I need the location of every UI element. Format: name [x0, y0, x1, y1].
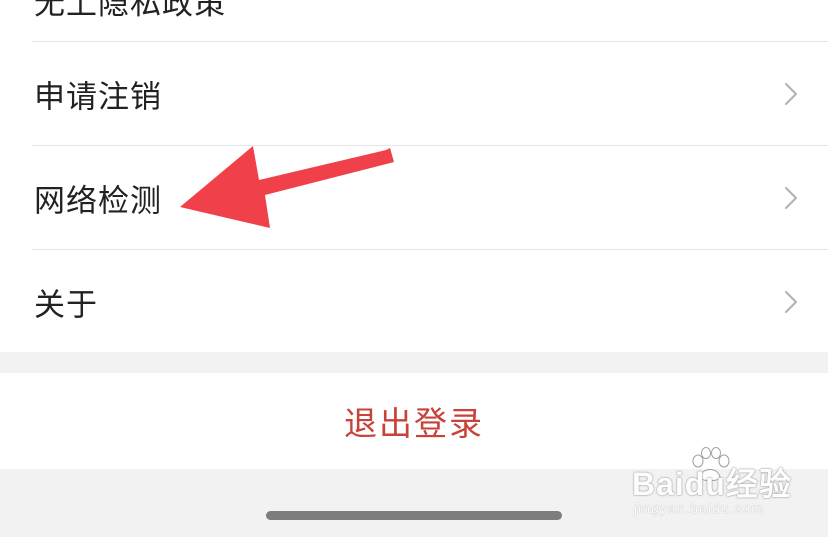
settings-item-network-check[interactable]: 网络检测	[32, 145, 828, 249]
partial-item-label: 无上隐私政策	[34, 0, 226, 22]
settings-item-label: 申请注销	[34, 79, 162, 115]
chevron-right-icon	[784, 186, 798, 209]
partial-list-item[interactable]: 无上隐私政策	[0, 0, 828, 41]
chevron-right-icon	[784, 290, 798, 313]
baidu-jingyan-watermark: Baidu经验 jingyan.baidu.com	[632, 447, 792, 521]
settings-item-about[interactable]: 关于	[32, 249, 828, 353]
watermark-url: jingyan.baidu.com	[634, 500, 764, 516]
watermark-brand: Baidu经验	[632, 466, 792, 502]
chevron-right-icon	[784, 82, 798, 105]
logout-label: 退出登录	[344, 404, 484, 443]
settings-item-deregister[interactable]: 申请注销	[32, 41, 828, 145]
settings-item-label: 关于	[34, 287, 98, 323]
settings-list: 申请注销 网络检测 关于	[0, 41, 828, 352]
home-indicator[interactable]	[266, 511, 562, 520]
settings-item-label: 网络检测	[34, 183, 162, 219]
